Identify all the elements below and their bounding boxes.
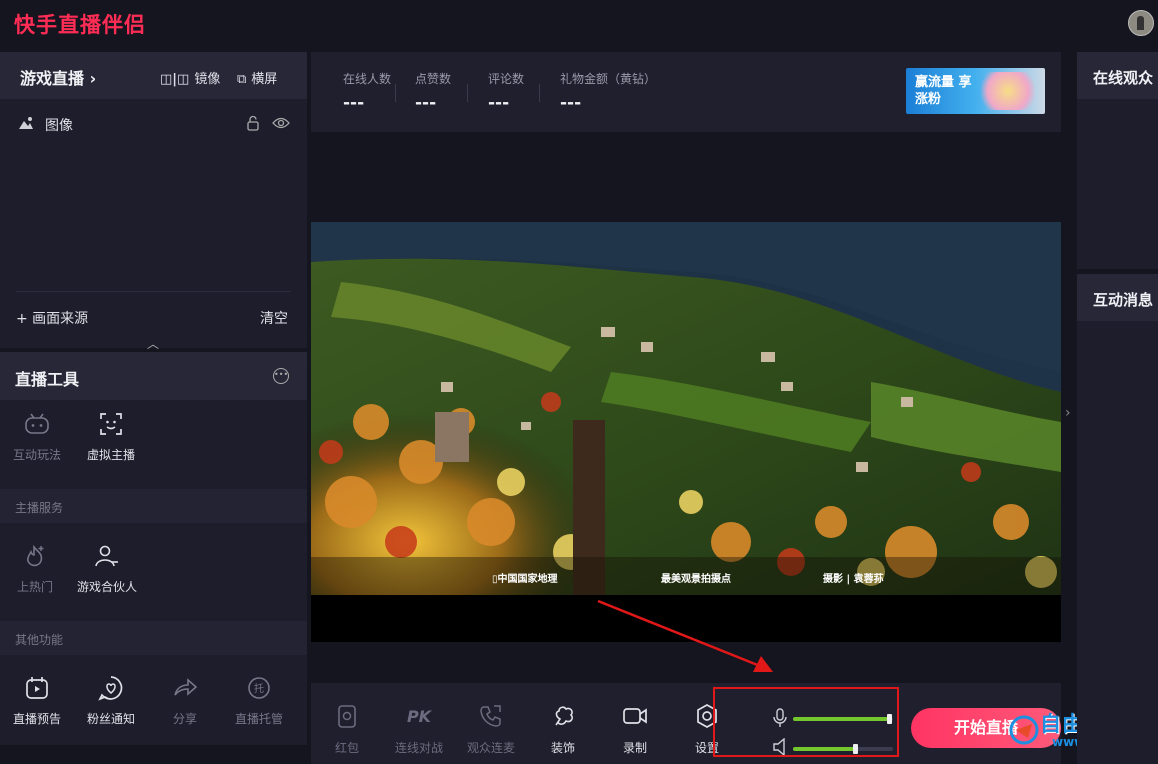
tool-label: 游戏合伙人 <box>76 580 137 594</box>
tool-pk-battle[interactable]: PK 连线对战 <box>389 703 449 756</box>
stat-value: --- <box>415 93 437 113</box>
hosting-icon: 托 <box>248 677 270 699</box>
tool-red-packet[interactable]: 红包 <box>317 703 377 756</box>
add-source-button[interactable]: + 画面来源 <box>16 308 88 328</box>
stat-label: 点赞数 <box>415 72 452 86</box>
gamepad-icon <box>25 413 49 434</box>
photo-watermark-left: ▯中国国家地理 <box>492 574 558 585</box>
tool-label: 分享 <box>172 712 197 726</box>
section-label: 其他功能 <box>15 633 64 647</box>
tool-game-partner[interactable]: 游戏合伙人 <box>72 542 142 595</box>
svg-text:PK: PK <box>407 707 433 726</box>
stat-value: --- <box>488 93 510 113</box>
section-label: 主播服务 <box>15 501 64 515</box>
divider <box>539 84 540 102</box>
tool-record[interactable]: 录制 <box>605 703 665 756</box>
pk-icon: PK <box>407 707 433 726</box>
site-logo-icon <box>1009 715 1039 745</box>
title-bar <box>0 0 1158 46</box>
online-audience-panel: 在线观众 <box>1077 52 1158 269</box>
tool-label: 粉丝通知 <box>86 712 135 726</box>
tool-label: 连线对战 <box>394 741 443 755</box>
flame-icon <box>27 544 44 567</box>
collapse-caret-icon[interactable]: ︿ <box>147 335 159 352</box>
red-packet-icon <box>338 705 356 728</box>
tool-label: 直播托管 <box>234 712 283 726</box>
tool-live-hosting[interactable]: 托 直播托管 <box>224 674 294 727</box>
eye-icon[interactable] <box>272 116 290 130</box>
landscape-photo <box>311 222 1061 595</box>
tool-label: 录制 <box>622 741 647 755</box>
mirror-label: 镜像 <box>194 72 221 87</box>
landscape-icon: ⧉ <box>237 72 247 87</box>
tool-live-preview[interactable]: 直播预告 <box>2 674 72 727</box>
live-category-selector[interactable]: 游戏直播 › <box>20 65 96 89</box>
tool-trending[interactable]: 上热门 <box>0 542 70 595</box>
tool-label: 互动玩法 <box>12 448 61 462</box>
stat-label: 评论数 <box>488 72 525 86</box>
mirror-button[interactable]: ◫|◫ 镜像 <box>160 68 220 87</box>
stats-bar: 在线人数 --- 点赞数 --- 评论数 --- 礼物金额（黄钻） --- 赢流… <box>311 52 1061 132</box>
annotation-highlight-box <box>713 687 899 757</box>
tool-label: 虚拟主播 <box>86 448 135 462</box>
app-title: 快手直播伴侣 <box>14 13 146 37</box>
person-icon <box>95 545 118 567</box>
decoration-icon <box>555 706 573 726</box>
annotation-arrow <box>597 599 773 672</box>
tool-virtual-anchor[interactable]: 虚拟主播 <box>76 410 146 463</box>
mirror-icon: ◫|◫ <box>160 72 190 87</box>
tool-label: 直播预告 <box>12 712 61 726</box>
divider <box>395 84 396 102</box>
stat-likes: 点赞数 --- <box>415 70 451 113</box>
video-camera-icon <box>623 708 647 724</box>
interaction-messages-panel: 互动消息 <box>1077 274 1158 764</box>
tool-label: 上热门 <box>16 580 53 594</box>
source-item[interactable]: 图像 <box>18 113 303 135</box>
live-tools-panel: 直播工具 ••• 互动玩法 虚拟主播 主播服务 上热门 游戏合伙人 其他功能 直… <box>0 352 307 745</box>
tool-decoration[interactable]: 装饰 <box>533 703 593 756</box>
svg-text:托: 托 <box>254 682 264 695</box>
clear-sources-button[interactable]: 清空 <box>260 308 288 328</box>
landscape-button[interactable]: ⧉ 横屏 <box>237 68 277 87</box>
promo-badge-graphic <box>976 72 1040 110</box>
tool-share[interactable]: 分享 <box>150 674 220 727</box>
lock-icon[interactable] <box>246 115 260 131</box>
tool-label: 观众连麦 <box>466 741 515 755</box>
more-icon[interactable]: ••• <box>273 368 289 384</box>
live-preview[interactable]: ▯中国国家地理 最美观景拍摄点 摄影 | 袁蓉荪 <box>311 222 1061 642</box>
heart-chat-icon <box>98 676 123 701</box>
stat-value: --- <box>343 93 365 113</box>
stat-online-count: 在线人数 --- <box>343 70 391 113</box>
photo-watermark-mid: 最美观景拍摄点 <box>661 574 731 585</box>
stat-label: 在线人数 <box>343 72 392 86</box>
online-audience-title: 在线观众 <box>1093 69 1154 87</box>
calendar-play-icon <box>26 677 48 699</box>
promo-text: 赢流量 享涨粉 <box>915 75 972 107</box>
tool-label: 装饰 <box>550 741 575 755</box>
landscape-label: 横屏 <box>251 72 278 87</box>
interaction-messages-title: 互动消息 <box>1093 291 1154 309</box>
divider <box>16 291 291 292</box>
photo-watermark-right: 摄影 | 袁蓉荪 <box>823 574 884 585</box>
expand-right-chevron-icon[interactable]: › <box>1065 405 1071 421</box>
sources-panel: 游戏直播 › ◫|◫ 镜像 ⧉ 横屏 图像 + 画面来源 清空 ︿ <box>0 52 307 351</box>
stat-value: --- <box>560 93 582 113</box>
stat-gift-amount: 礼物金额（黄钻） --- <box>560 70 656 113</box>
phone-link-icon <box>480 705 501 727</box>
divider <box>467 84 468 102</box>
tool-audience-link[interactable]: 观众连麦 <box>461 703 521 756</box>
face-scan-icon <box>100 413 122 435</box>
tool-fan-notify[interactable]: 粉丝通知 <box>76 674 146 727</box>
promo-banner[interactable]: 赢流量 享涨粉 <box>906 68 1045 114</box>
tools-title: 直播工具 <box>15 370 80 389</box>
user-avatar[interactable] <box>1128 10 1154 36</box>
stat-label: 礼物金额（黄钻） <box>560 72 657 86</box>
image-icon <box>19 117 33 129</box>
source-item-label: 图像 <box>45 118 73 134</box>
share-icon <box>174 678 198 696</box>
stat-comments: 评论数 --- <box>488 70 524 113</box>
tool-label: 红包 <box>334 741 359 755</box>
tool-interactive-play[interactable]: 互动玩法 <box>2 410 72 463</box>
